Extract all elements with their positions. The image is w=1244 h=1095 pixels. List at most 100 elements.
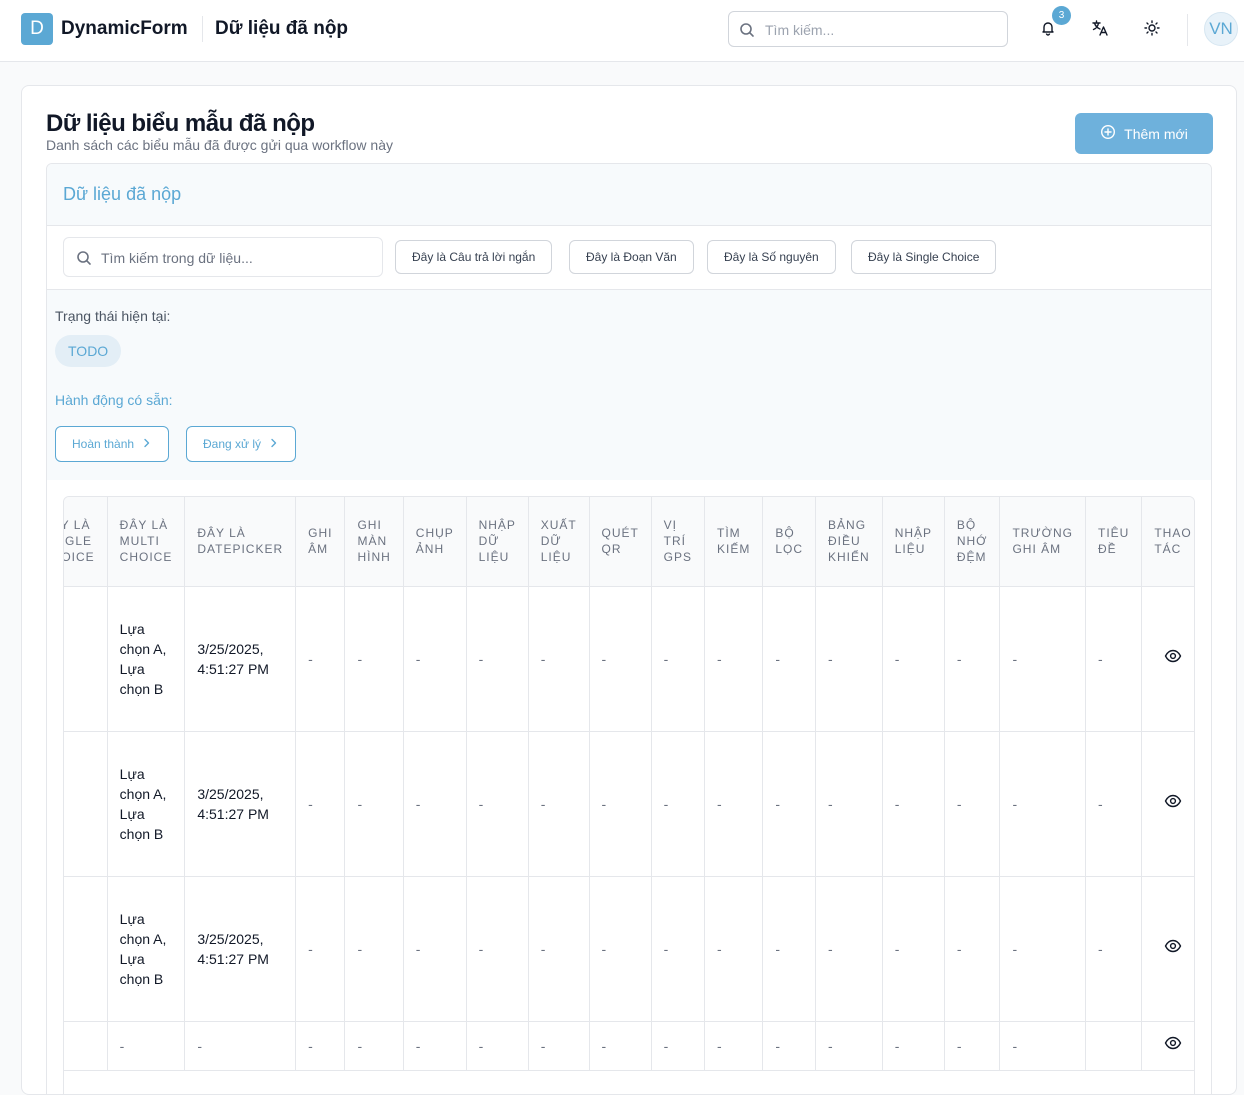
table-cell: -: [944, 1021, 1001, 1071]
status-label: Trạng thái hiện tại:: [55, 308, 171, 324]
table-row[interactable]: -Lựa chọn A, Lựa chọn B3/25/2025, 4:51:2…: [64, 731, 1194, 877]
data-search[interactable]: [63, 237, 383, 277]
panel-title: Dữ liệu đã nộp: [63, 184, 182, 204]
table-row[interactable]: -Lựa chọn A, Lựa chọn B3/25/2025, 4:51:2…: [64, 876, 1194, 1022]
data-search-input[interactable]: [101, 247, 371, 269]
table-cell: Lựa chọn A, Lựa chọn B: [107, 586, 186, 732]
table-cell: -: [762, 586, 817, 732]
eye-icon[interactable]: [1164, 794, 1182, 813]
table-cell: -: [1085, 876, 1143, 1022]
table-cell: -: [528, 731, 590, 877]
language-button[interactable]: [1085, 15, 1115, 45]
table-cell: -: [882, 876, 945, 1022]
top-bar: D DynamicForm Dữ liệu đã nộp 3 VN: [0, 0, 1244, 62]
submissions-table-container[interactable]: Đây là Single Choice Đây là Multi Choice…: [63, 496, 1195, 1094]
column-filter-chip[interactable]: Đây là Câu trả lời ngắn: [395, 240, 553, 274]
page-title: Dữ liệu đã nộp: [215, 18, 349, 39]
add-new-button[interactable]: Thêm mới: [1075, 113, 1213, 154]
notification-badge: 3: [1052, 6, 1071, 25]
column-header[interactable]: Vị trí GPS: [651, 497, 705, 587]
app-logo[interactable]: D: [21, 13, 53, 45]
table-row[interactable]: ----------------: [64, 1021, 1194, 1071]
column-header[interactable]: Đây là Multi Choice: [107, 497, 186, 587]
table-cell: -: [344, 731, 404, 877]
table-cell: -: [64, 731, 108, 877]
table-cell: -: [589, 1021, 652, 1071]
table-cell: -: [651, 1021, 705, 1071]
processing-action-label: Đang xử lý: [203, 437, 262, 451]
complete-action-button[interactable]: Hoàn thành: [55, 426, 170, 462]
table-cell: -: [589, 731, 652, 877]
column-header[interactable]: Nhập dữ liệu: [466, 497, 529, 587]
eye-icon[interactable]: [1164, 939, 1182, 958]
table-cell: -: [762, 731, 817, 877]
column-header[interactable]: Bộ nhớ đệm: [944, 497, 1001, 587]
column-filter-chip[interactable]: Đây là Single Choice: [851, 240, 997, 274]
table-cell: -: [403, 731, 467, 877]
table-cell: -: [882, 1021, 945, 1071]
table-cell: -: [528, 876, 590, 1022]
table-cell: -: [999, 876, 1086, 1022]
panel-header: Dữ liệu đã nộp: [47, 164, 1211, 226]
eye-icon[interactable]: [1164, 649, 1182, 668]
table-cell: -: [651, 731, 705, 877]
column-header[interactable]: Xuất dữ liệu: [528, 497, 590, 587]
row-actions-cell: [1141, 876, 1194, 1022]
column-header[interactable]: Ghi âm: [295, 497, 346, 587]
column-filter-chip[interactable]: Đây là Số nguyên: [707, 240, 836, 274]
global-search-input[interactable]: [765, 19, 995, 41]
table-cell: -: [466, 586, 529, 732]
table-cell: -: [1085, 586, 1143, 732]
processing-action-button[interactable]: Đang xử lý: [186, 426, 297, 462]
table-cell: -: [184, 1021, 297, 1071]
table-cell: -: [651, 876, 705, 1022]
user-avatar[interactable]: VN: [1204, 12, 1238, 46]
row-actions-cell: [1141, 731, 1194, 877]
column-header[interactable]: Bộ lọc: [762, 497, 817, 587]
column-header[interactable]: Đây là Datepicker: [184, 497, 297, 587]
header-divider: [202, 16, 203, 42]
table-cell: -: [64, 1021, 108, 1071]
complete-action-label: Hoàn thành: [72, 437, 135, 451]
header-divider-right: [1187, 14, 1188, 46]
column-header[interactable]: Tìm kiếm: [704, 497, 764, 587]
actions-label: Hành động có sẵn:: [55, 392, 173, 408]
table-cell: -: [944, 876, 1001, 1022]
submissions-table: Đây là Single Choice Đây là Multi Choice…: [64, 497, 1194, 1071]
table-row[interactable]: -Lựa chọn A, Lựa chọn B3/25/2025, 4:51:2…: [64, 586, 1194, 732]
table-cell: -: [815, 1021, 883, 1071]
table-cell: -: [466, 731, 529, 877]
table-cell: -: [64, 586, 108, 732]
table-cell: -: [295, 1021, 346, 1071]
table-cell: -: [815, 731, 883, 877]
global-search[interactable]: [728, 11, 1008, 47]
table-cell: -: [466, 1021, 529, 1071]
table-cell: -: [528, 1021, 590, 1071]
column-header[interactable]: Quét QR: [589, 497, 652, 587]
table-cell: -: [944, 586, 1001, 732]
status-badge: TODO: [55, 335, 122, 367]
workflow-status: Trạng thái hiện tại: TODO Hành động có s…: [47, 290, 1211, 480]
table-cell: -: [762, 1021, 817, 1071]
section-title: Dữ liệu biểu mẫu đã nộp: [46, 110, 315, 137]
app-name[interactable]: DynamicForm: [61, 18, 188, 40]
table-cell: 3/25/2025, 4:51:27 PM: [184, 876, 297, 1022]
column-header[interactable]: Đây là Single Choice: [64, 497, 108, 587]
theme-toggle-button[interactable]: [1137, 15, 1167, 45]
table-cell: -: [999, 731, 1086, 877]
column-header[interactable]: Chụp ảnh: [403, 497, 467, 587]
table-cell: -: [944, 731, 1001, 877]
table-cell: -: [344, 586, 404, 732]
column-header[interactable]: Ghi màn hình: [344, 497, 404, 587]
row-actions-cell: [1141, 586, 1194, 732]
column-header[interactable]: Trường ghi âm: [999, 497, 1086, 587]
table-cell: -: [815, 876, 883, 1022]
add-new-label: Thêm mới: [1124, 125, 1188, 142]
table-cell: -: [651, 586, 705, 732]
column-header[interactable]: Bảng điều khiển: [815, 497, 883, 587]
column-header[interactable]: Nhập liệu: [882, 497, 945, 587]
column-filter-chip[interactable]: Đây là Đoạn Văn: [569, 240, 694, 274]
column-header[interactable]: Tiêu đề: [1085, 497, 1143, 587]
eye-icon[interactable]: [1164, 1036, 1182, 1055]
column-header[interactable]: Thao tác: [1141, 497, 1194, 587]
